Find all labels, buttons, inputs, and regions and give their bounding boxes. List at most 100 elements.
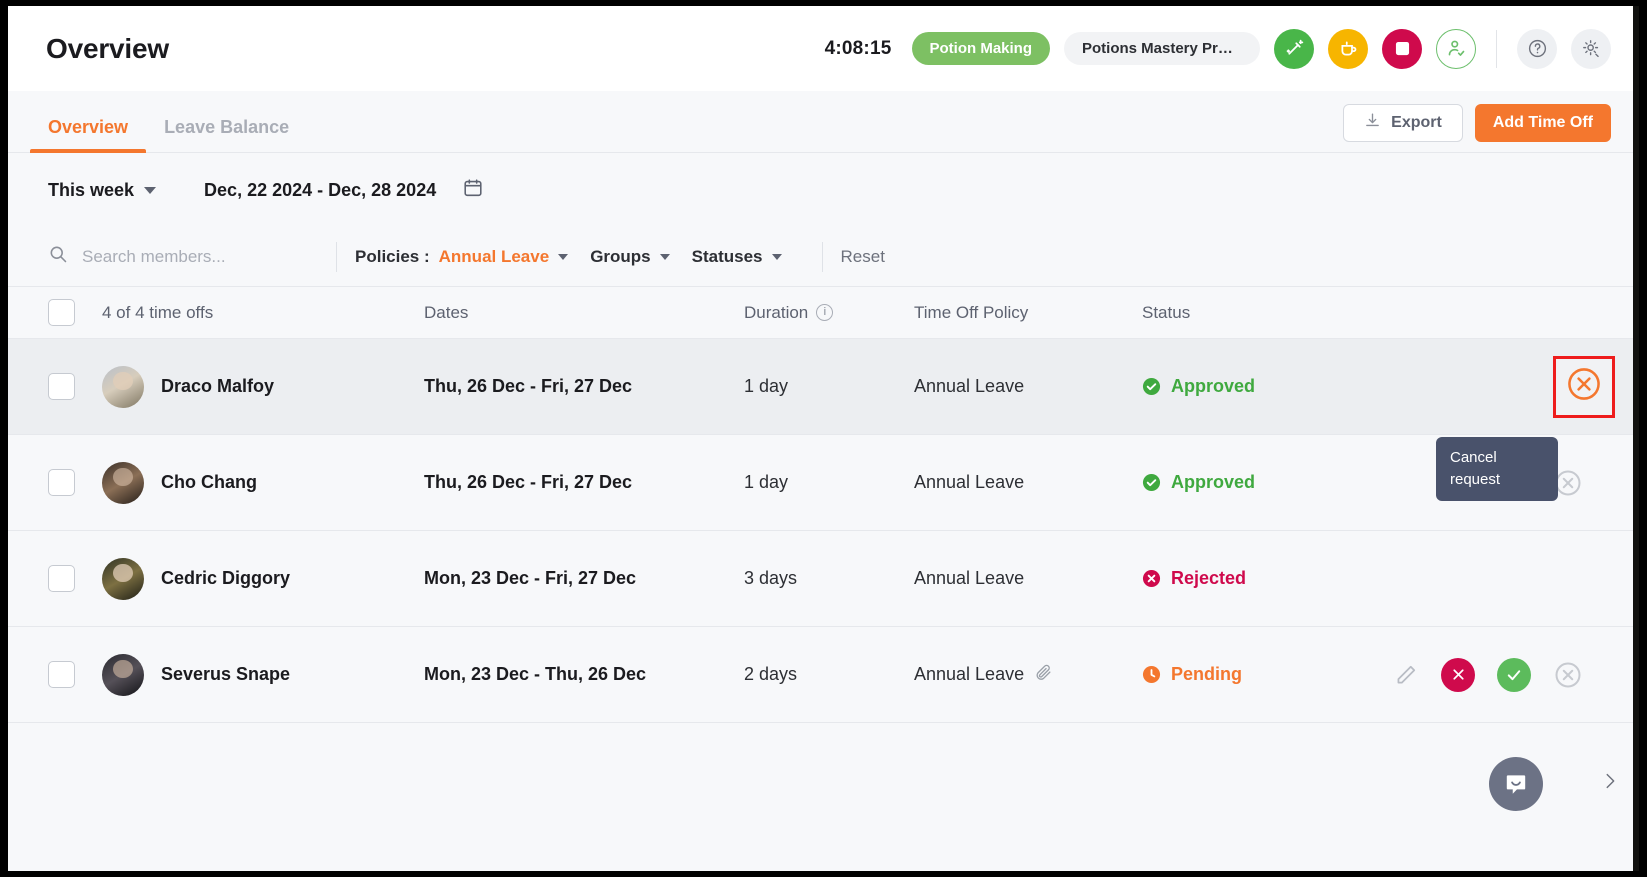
row-policy: Annual Leave [914,568,1142,589]
row-checkbox[interactable] [48,469,75,496]
status-badge: Pending [1142,664,1372,685]
column-status: Status [1142,302,1191,322]
cancel-request-tooltip: Cancel request [1436,437,1558,501]
date-range-label: Dec, 22 2024 - Dec, 28 2024 [204,179,437,200]
calendar-icon[interactable] [462,177,484,204]
cancel-request-icon[interactable] [1553,660,1583,690]
app-root: Overview 4:08:15 Potion Making Potions M… [8,6,1639,871]
avatar [102,365,144,408]
x-circle-icon [1142,569,1161,588]
coffee-cup-icon[interactable] [1328,28,1368,69]
filter-policies[interactable]: Policies : Annual Leave [355,246,569,267]
filter-divider-2 [821,241,823,272]
row-policy-label: Annual Leave [914,376,1025,396]
column-dates: Dates [424,302,469,322]
tab-overview[interactable]: Overview [30,117,147,153]
row-dates: Thu, 26 Dec - Fri, 27 Dec [424,376,633,396]
timer-display: 4:08:15 [824,37,892,59]
status-label: Rejected [1171,568,1247,588]
row-dates: Mon, 23 Dec - Thu, 26 Dec [424,664,647,684]
cancel-request-button-highlight[interactable] [1553,355,1615,418]
row-policy: Annual Leave [914,472,1142,493]
row-policy: Annual Leave [914,663,1142,687]
member-cell: Draco Malfoy [102,365,424,408]
wand-icon[interactable] [1274,28,1314,69]
search-box[interactable] [48,244,318,269]
stop-square-icon[interactable] [1382,28,1422,69]
time-off-table: 4 of 4 time offs Dates Duration i Time O… [8,287,1639,723]
status-label: Pending [1171,664,1242,684]
avatar [102,557,144,600]
search-icon [48,244,68,269]
chat-bubble-icon[interactable] [1489,757,1543,811]
table-row[interactable]: Cho Chang Thu, 26 Dec - Fri, 27 Dec 1 da… [8,435,1639,531]
tab-bar-actions: Export Add Time Off [1343,104,1611,152]
add-time-off-button[interactable]: Add Time Off [1474,104,1611,142]
row-select-cell [48,469,102,496]
row-select-cell [48,565,102,592]
filter-groups[interactable]: Groups [590,247,670,267]
status-badge: Approved [1142,376,1372,397]
row-checkbox[interactable] [48,565,75,592]
table-header-row: 4 of 4 time offs Dates Duration i Time O… [8,287,1639,339]
header-divider [1496,29,1497,68]
table-row[interactable]: Draco Malfoy Thu, 26 Dec - Fri, 27 Dec 1… [8,339,1639,435]
window-right-edge [1633,6,1639,871]
filter-bar: Policies : Annual Leave Groups Statuses … [8,227,1639,287]
header-right-cluster: 4:08:15 Potion Making Potions Mastery Pr… [824,28,1611,69]
export-label: Export [1391,114,1442,131]
user-check-icon[interactable] [1436,28,1476,69]
row-checkbox[interactable] [48,373,75,400]
reject-request-button[interactable] [1441,657,1475,692]
tab-bar: Overview Leave Balance Export Add Time O… [8,91,1639,153]
select-all-checkbox[interactable] [48,299,75,326]
avatar [102,461,144,504]
row-policy-label: Annual Leave [914,568,1025,588]
date-range-bar: This week Dec, 22 2024 - Dec, 28 2024 [8,153,1639,227]
export-button[interactable]: Export [1343,104,1463,142]
attachment-icon[interactable] [1034,663,1053,687]
status-label: Approved [1171,472,1256,492]
policies-label: Policies : [355,246,430,266]
table-row[interactable]: Cedric Diggory Mon, 23 Dec - Fri, 27 Dec… [8,531,1639,627]
filter-divider-1 [336,241,337,272]
edit-pencil-icon[interactable] [1393,662,1419,688]
top-header-bar: Overview 4:08:15 Potion Making Potions M… [8,6,1639,91]
check-circle-icon [1142,473,1161,492]
status-badge: Approved [1142,472,1372,493]
reset-filters-button[interactable]: Reset [841,247,885,267]
policies-value: Annual Leave [438,246,550,266]
current-project-pill[interactable]: Potions Mastery Progr... [1064,32,1260,65]
row-duration: 3 days [744,568,798,588]
chevron-down-icon [771,253,782,260]
member-cell: Cho Chang [102,461,424,504]
page-title: Overview [46,32,169,64]
status-badge: Rejected [1142,568,1372,589]
member-name: Cho Chang [161,472,257,492]
table-row[interactable]: Severus Snape Mon, 23 Dec - Thu, 26 Dec … [8,627,1639,723]
row-actions [1372,657,1599,692]
chevron-down-icon [659,253,670,260]
info-icon[interactable]: i [816,304,834,321]
current-task-pill[interactable]: Potion Making [911,32,1050,65]
download-icon [1364,112,1381,134]
period-select[interactable]: This week [48,180,157,201]
filter-statuses[interactable]: Statuses [692,247,782,267]
row-checkbox[interactable] [48,661,75,688]
gear-settings-icon[interactable] [1571,28,1611,69]
chevron-right-icon[interactable] [1599,766,1621,801]
approve-request-button[interactable] [1497,657,1531,692]
status-label: Approved [1171,376,1256,396]
row-duration: 1 day [744,472,789,492]
row-dates: Thu, 26 Dec - Fri, 27 Dec [424,472,633,492]
row-policy-label: Annual Leave [914,472,1025,492]
row-duration: 1 day [744,376,789,396]
cancel-circle-icon[interactable] [1565,365,1603,408]
search-input[interactable] [82,246,318,267]
tab-leave-balance[interactable]: Leave Balance [146,117,307,152]
question-mark-icon[interactable] [1517,28,1557,69]
column-count: 4 of 4 time offs [102,302,214,322]
column-policy: Time Off Policy [914,302,1029,322]
row-policy: Annual Leave [914,376,1142,397]
row-policy-label: Annual Leave [914,664,1025,684]
